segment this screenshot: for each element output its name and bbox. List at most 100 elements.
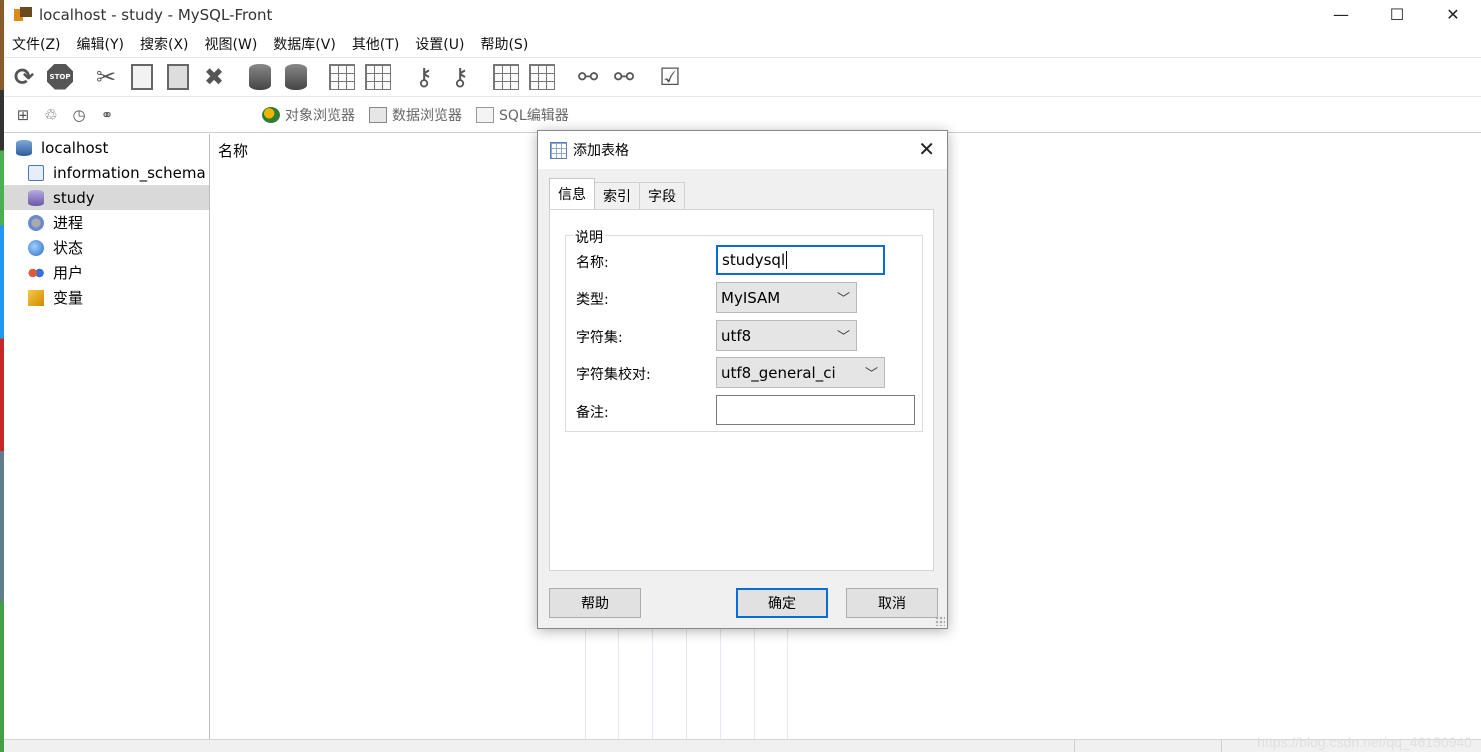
add-link-icon[interactable]: ⚯ <box>574 63 602 91</box>
collation-label: 字符集校对: <box>576 367 651 383</box>
paste-icon[interactable] <box>164 63 192 91</box>
grid-line <box>585 629 586 739</box>
add-field-icon[interactable]: ⚷ <box>410 63 438 91</box>
tree-item-processes[interactable]: 进程 <box>4 210 209 235</box>
charset-select[interactable]: utf8 ﹀ <box>716 320 857 351</box>
engine-value: MyISAM <box>721 288 781 307</box>
title-bar: localhost - study - MySQL-Front — ☐ ✕ <box>4 0 1481 30</box>
tree-item-localhost[interactable]: localhost <box>4 135 209 160</box>
dialog-close-icon[interactable]: ✕ <box>918 139 935 159</box>
charset-label: 字符集: <box>576 330 623 346</box>
table-name-value: studysql <box>722 251 786 269</box>
charset-value: utf8 <box>721 326 752 345</box>
data-browser-button[interactable]: 数据浏览器 <box>369 105 462 125</box>
object-browser-label: 对象浏览器 <box>285 107 355 124</box>
schema-icon <box>28 164 44 181</box>
tree-view-icon[interactable]: ⊞ <box>14 106 32 124</box>
drop-table-icon[interactable] <box>364 63 392 91</box>
cut-icon[interactable]: ✂ <box>92 63 120 91</box>
data-browser-icon <box>369 106 387 123</box>
menu-database[interactable]: 数据库(V) <box>265 34 344 54</box>
status-bar: https://blog.csdn.net/qq_46150940 <box>4 734 1481 752</box>
menu-view[interactable]: 视图(W) <box>197 34 266 54</box>
tree-item-status[interactable]: 状态 <box>4 235 209 260</box>
tab-info[interactable]: 信息 <box>549 178 595 209</box>
processes-icon <box>28 214 44 231</box>
table-name-input[interactable]: studysql <box>716 245 885 275</box>
refresh-icon[interactable]: ⟳ <box>10 63 38 91</box>
description-group: 说明 名称: studysql 类型: MyISAM ﹀ 字符集: utf8 ﹀… <box>565 227 923 432</box>
menu-search[interactable]: 搜索(X) <box>132 34 197 54</box>
menu-edit[interactable]: 编辑(Y) <box>69 34 132 54</box>
drop-field-icon[interactable]: ⚷ <box>446 63 474 91</box>
clock-icon[interactable]: ◷ <box>70 106 88 124</box>
users-icon <box>28 264 44 281</box>
tree-item-label: localhost <box>41 138 109 157</box>
grid-line <box>686 629 687 739</box>
database-icon <box>28 189 44 206</box>
menu-settings[interactable]: 设置(U) <box>407 34 472 54</box>
group-label: 说明 <box>573 227 605 247</box>
collation-select[interactable]: utf8_general_ci ﹀ <box>716 357 885 388</box>
window-title: localhost - study - MySQL-Front <box>39 6 273 24</box>
tree-item-information-schema[interactable]: information_schema <box>4 160 209 185</box>
cancel-button[interactable]: 取消 <box>846 588 938 618</box>
sql-editor-label: SQL编辑器 <box>499 107 569 124</box>
sql-editor-icon <box>476 106 494 123</box>
collation-value: utf8_general_ci <box>721 363 836 382</box>
app-logo-icon <box>14 7 32 23</box>
tab-indexes[interactable]: 索引 <box>594 182 640 209</box>
chevron-down-icon: ﹀ <box>864 367 878 382</box>
column-header-name[interactable]: 名称 <box>218 140 248 161</box>
data-browser-label: 数据浏览器 <box>392 107 462 124</box>
drop-database-icon[interactable] <box>282 63 310 91</box>
help-button[interactable]: 帮助 <box>549 588 641 618</box>
drop-link-icon[interactable]: ⚯ <box>610 63 638 91</box>
tree-item-label: 进程 <box>53 214 84 232</box>
add-index-icon[interactable] <box>492 63 520 91</box>
resize-grip-icon[interactable] <box>935 616 945 626</box>
tree-item-variables[interactable]: 变量 <box>4 285 209 310</box>
object-browser-button[interactable]: 对象浏览器 <box>262 105 355 125</box>
chevron-down-icon: ﹀ <box>836 292 850 307</box>
ok-button[interactable]: 确定 <box>736 588 828 618</box>
maximize-button[interactable]: ☐ <box>1369 0 1425 28</box>
bookmark-icon[interactable]: ⚭ <box>98 106 116 124</box>
sql-editor-button[interactable]: SQL编辑器 <box>476 105 569 125</box>
navigator-tree: localhost information_schema study 进程 状态… <box>4 134 210 739</box>
table-icon <box>550 141 567 159</box>
dialog-title: 添加表格 <box>573 143 629 159</box>
grid-line <box>787 629 788 739</box>
engine-select[interactable]: MyISAM ﹀ <box>716 282 857 313</box>
grid-line <box>754 629 755 739</box>
comment-input[interactable] <box>716 395 915 425</box>
view-toolbar: ⊞ ♲ ◷ ⚭ 对象浏览器 数据浏览器 SQL编辑器 <box>4 96 1481 133</box>
menu-bar: 文件(Z) 编辑(Y) 搜索(X) 视图(W) 数据库(V) 其他(T) 设置(… <box>4 31 820 56</box>
menu-other[interactable]: 其他(T) <box>344 34 407 54</box>
tab-fields[interactable]: 字段 <box>639 182 685 209</box>
object-browser-icon <box>262 106 280 123</box>
add-table-dialog: 添加表格 ✕ 信息 索引 字段 说明 名称: studysql 类型: MyIS… <box>537 130 948 629</box>
server-icon <box>16 139 32 156</box>
minimize-button[interactable]: — <box>1313 0 1369 28</box>
tree-item-study[interactable]: study <box>4 185 209 210</box>
copy-icon[interactable] <box>128 63 156 91</box>
menu-file[interactable]: 文件(Z) <box>4 34 69 54</box>
tree-item-users[interactable]: 用户 <box>4 260 209 285</box>
tree-item-label: 状态 <box>53 239 84 257</box>
drop-index-icon[interactable] <box>528 63 556 91</box>
stop-icon[interactable]: STOP <box>46 63 74 91</box>
menu-help[interactable]: 帮助(S) <box>472 34 536 54</box>
add-table-icon[interactable] <box>328 63 356 91</box>
add-database-icon[interactable] <box>246 63 274 91</box>
checklist-icon[interactable]: ☑ <box>656 63 684 91</box>
close-button[interactable]: ✕ <box>1425 0 1481 28</box>
delete-icon[interactable]: ✖ <box>200 63 228 91</box>
tab-panel-info: 说明 名称: studysql 类型: MyISAM ﹀ 字符集: utf8 ﹀… <box>549 209 934 571</box>
sql-history-icon[interactable]: ♲ <box>42 106 60 124</box>
tree-item-label: 用户 <box>53 264 84 282</box>
window-controls: — ☐ ✕ <box>1313 0 1481 28</box>
grid-line <box>720 629 721 739</box>
tree-item-label: 变量 <box>53 289 84 307</box>
grid-line <box>652 629 653 739</box>
